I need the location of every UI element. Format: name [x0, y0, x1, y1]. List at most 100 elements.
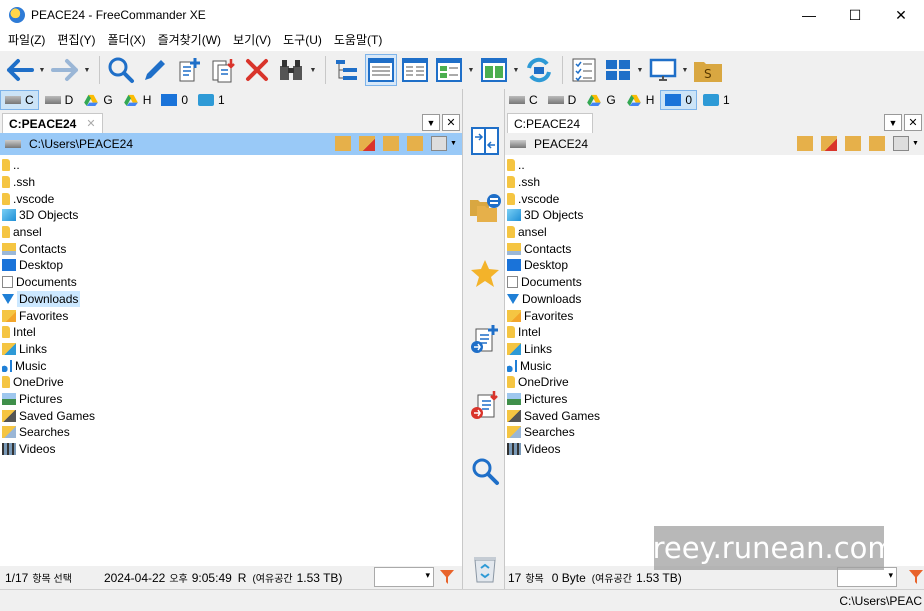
move-to-button[interactable] — [469, 389, 501, 421]
maximize-button[interactable]: ☐ — [832, 0, 878, 30]
path-tools-dropdown[interactable]: ▼ — [450, 140, 458, 147]
list-item[interactable]: ansel — [505, 224, 924, 241]
list-item[interactable]: Videos — [0, 441, 462, 458]
path-tools-dropdown[interactable]: ▼ — [912, 140, 920, 147]
list-item[interactable]: ansel — [0, 224, 462, 241]
monitor-dropdown[interactable]: ▼ — [681, 67, 689, 74]
right-drive-h[interactable]: H — [622, 90, 659, 110]
left-tab-close-button[interactable]: ✕ — [442, 114, 460, 131]
new-file-button[interactable] — [173, 54, 205, 86]
list-item[interactable]: .ssh — [505, 174, 924, 191]
list-item[interactable]: Searches — [0, 424, 462, 441]
minimize-button[interactable]: — — [786, 0, 832, 30]
right-drive-g[interactable]: G — [582, 90, 619, 110]
right-tab-close-button[interactable]: ✕ — [904, 114, 922, 131]
properties-button[interactable] — [275, 54, 307, 86]
left-tab-menu-button[interactable]: ▼ — [422, 114, 440, 131]
list-item[interactable]: .vscode — [505, 190, 924, 207]
search-button[interactable] — [105, 54, 137, 86]
view-dropdown[interactable]: ▼ — [467, 67, 475, 74]
list-item[interactable]: Saved Games — [0, 407, 462, 424]
back-dropdown[interactable]: ▼ — [38, 67, 46, 74]
list-item[interactable]: Pictures — [0, 391, 462, 408]
list-item[interactable]: Favorites — [505, 307, 924, 324]
left-tab[interactable]: C:PEACE24 ✕ — [2, 113, 103, 133]
left-drive-h[interactable]: H — [119, 90, 156, 110]
swap-panels-button[interactable] — [469, 125, 501, 157]
list-item[interactable]: Music — [0, 357, 462, 374]
document-options-icon[interactable] — [893, 136, 909, 151]
right-tab[interactable]: C:PEACE24 — [507, 113, 594, 133]
favorite-folder-icon[interactable] — [821, 136, 837, 151]
layout-button[interactable] — [602, 54, 634, 86]
right-filter-combo[interactable] — [837, 567, 897, 587]
recycle-bin-button[interactable] — [469, 553, 501, 585]
menu-view[interactable]: 보기(V) — [227, 30, 277, 51]
list-item[interactable]: .vscode — [0, 190, 462, 207]
list-item[interactable]: Downloads — [505, 291, 924, 308]
left-path-bar[interactable]: C:\Users\PEACE24 ▼ — [0, 133, 462, 155]
script-folder-button[interactable]: S — [692, 54, 724, 86]
list-item[interactable]: 3D Objects — [505, 207, 924, 224]
view-thumbnails-button[interactable] — [433, 54, 465, 86]
forward-button[interactable] — [49, 54, 81, 86]
list-item[interactable]: Documents — [0, 274, 462, 291]
list-item[interactable]: .. — [0, 157, 462, 174]
right-path-bar[interactable]: PEACE24 ▼ — [505, 133, 924, 155]
list-item[interactable]: Contacts — [0, 240, 462, 257]
list-item[interactable]: OneDrive — [0, 374, 462, 391]
layout-dropdown[interactable]: ▼ — [636, 67, 644, 74]
list-item[interactable]: Desktop — [505, 257, 924, 274]
rename-button[interactable] — [139, 54, 171, 86]
left-drive-1[interactable]: 1 — [194, 90, 229, 110]
list-item[interactable]: Intel — [505, 324, 924, 341]
list-item[interactable]: Intel — [0, 324, 462, 341]
list-item[interactable]: 3D Objects — [0, 207, 462, 224]
root-folder-icon[interactable] — [407, 136, 423, 151]
back-button[interactable] — [4, 54, 36, 86]
left-drive-c[interactable]: C — [0, 90, 39, 110]
list-item[interactable]: Links — [0, 341, 462, 358]
monitor-button[interactable] — [647, 54, 679, 86]
menu-tools[interactable]: 도구(U) — [277, 30, 328, 51]
filter-funnel-icon[interactable] — [909, 570, 923, 584]
filter-funnel-icon[interactable] — [440, 570, 454, 584]
list-item[interactable]: Videos — [505, 441, 924, 458]
right-drive-0[interactable]: 0 — [660, 90, 698, 110]
menu-favorites[interactable]: 즐겨찾기(W) — [152, 30, 227, 51]
compare-folders-button[interactable] — [469, 191, 501, 223]
favorites-button[interactable] — [469, 257, 501, 289]
left-filter-combo[interactable] — [374, 567, 434, 587]
list-item[interactable]: Contacts — [505, 240, 924, 257]
list-item[interactable]: OneDrive — [505, 374, 924, 391]
list-item[interactable]: Pictures — [505, 391, 924, 408]
list-item[interactable]: Searches — [505, 424, 924, 441]
list-item[interactable]: Music — [505, 357, 924, 374]
left-drive-d[interactable]: D — [41, 90, 78, 110]
list-item[interactable]: .. — [505, 157, 924, 174]
menu-file[interactable]: 파일(Z) — [2, 30, 51, 51]
sync-button[interactable] — [523, 54, 555, 86]
parent-folder-icon[interactable] — [845, 136, 861, 151]
list-item[interactable]: .ssh — [0, 174, 462, 191]
list-item[interactable]: Favorites — [0, 307, 462, 324]
history-folder-icon[interactable] — [797, 136, 813, 151]
checklist-button[interactable] — [568, 54, 600, 86]
view-icons-button[interactable] — [478, 54, 510, 86]
favorite-folder-icon[interactable] — [359, 136, 375, 151]
menu-edit[interactable]: 편집(Y) — [51, 30, 101, 51]
menu-folder[interactable]: 폴더(X) — [101, 30, 151, 51]
right-drive-d[interactable]: D — [544, 90, 581, 110]
right-drive-c[interactable]: C — [505, 90, 542, 110]
forward-dropdown[interactable]: ▼ — [83, 67, 91, 74]
document-options-icon[interactable] — [431, 136, 447, 151]
history-folder-icon[interactable] — [335, 136, 351, 151]
properties-dropdown[interactable]: ▼ — [309, 67, 317, 74]
menu-help[interactable]: 도움말(T) — [328, 30, 388, 51]
list-item[interactable]: Links — [505, 341, 924, 358]
icons-dropdown[interactable]: ▼ — [512, 67, 520, 74]
find-button[interactable] — [469, 455, 501, 487]
move-button[interactable] — [207, 54, 239, 86]
list-item-selected[interactable]: Downloads — [0, 290, 462, 308]
root-folder-icon[interactable] — [869, 136, 885, 151]
